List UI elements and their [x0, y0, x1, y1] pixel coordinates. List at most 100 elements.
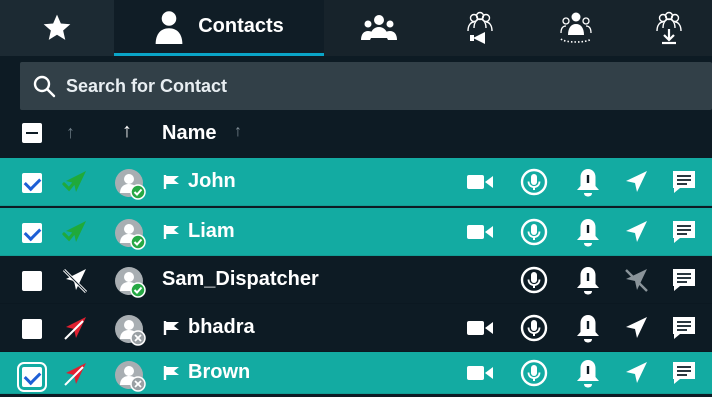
push-to-talk-button[interactable] [518, 313, 550, 343]
avatar [115, 315, 146, 346]
name-column-header[interactable]: Name [162, 122, 216, 145]
tab-broadcast-groups[interactable] [434, 0, 526, 56]
list-header: ↑ ↑ Name ↑ [0, 112, 712, 158]
message-icon [673, 362, 695, 384]
video-call-icon [467, 175, 493, 189]
push-to-talk-icon [520, 314, 548, 342]
video-call-button[interactable] [464, 167, 496, 197]
table-row[interactable]: Brown [0, 352, 712, 394]
tab-favorites[interactable] [0, 0, 114, 56]
flag-icon [163, 175, 179, 189]
alert-button[interactable] [572, 167, 604, 197]
tab-groups[interactable] [324, 0, 434, 56]
contact-name: Brown [188, 361, 251, 383]
push-to-talk-icon [520, 359, 548, 387]
alert-button[interactable] [572, 265, 604, 295]
message-icon [673, 269, 695, 291]
video-call-icon [467, 366, 493, 380]
table-row[interactable]: Liam [0, 208, 712, 256]
alert-bell-icon [577, 360, 599, 388]
send-location-button[interactable] [620, 313, 652, 343]
avatar-wrapper [114, 314, 146, 346]
push-to-talk-button[interactable] [518, 167, 550, 197]
tab-dispatch-groups[interactable] [526, 0, 626, 56]
flag-icon [163, 366, 179, 380]
contact-name: John [188, 170, 236, 192]
message-button[interactable] [668, 313, 700, 343]
flag-wrapper [162, 319, 182, 337]
contact-name: bhadra [188, 316, 255, 338]
star-icon [43, 14, 71, 40]
sort-arrow-up-icon[interactable]: ↑ [66, 122, 75, 143]
location-error-icon [64, 363, 86, 386]
video-call-button[interactable] [464, 217, 496, 247]
message-button[interactable] [668, 265, 700, 295]
avatar-wrapper [114, 360, 146, 392]
send-location-button[interactable] [620, 358, 652, 388]
push-to-talk-button[interactable] [518, 265, 550, 295]
group-icon [361, 15, 397, 40]
message-button[interactable] [668, 358, 700, 388]
alert-button[interactable] [572, 358, 604, 388]
flag-wrapper [162, 364, 182, 382]
location-disabled-icon [625, 269, 648, 292]
push-to-talk-button[interactable] [518, 217, 550, 247]
video-call-icon [467, 321, 493, 335]
tab-contacts[interactable]: Contacts [114, 0, 324, 56]
avatar [115, 219, 146, 250]
send-location-icon [626, 317, 647, 338]
send-location-button[interactable] [620, 167, 652, 197]
message-button[interactable] [668, 167, 700, 197]
row-divider [0, 205, 712, 206]
flag-icon [163, 225, 179, 239]
alert-bell-icon [577, 315, 599, 343]
alert-button[interactable] [572, 313, 604, 343]
search-input[interactable] [64, 65, 668, 107]
send-location-icon [626, 171, 647, 192]
send-location-button[interactable] [620, 265, 652, 295]
location-status [60, 314, 90, 344]
message-button[interactable] [668, 217, 700, 247]
send-location-button[interactable] [620, 217, 652, 247]
sort-arrow-up-icon[interactable]: ↑ [234, 123, 242, 141]
tab-bar: Contacts [0, 0, 712, 56]
avatar-wrapper [114, 266, 146, 298]
alert-bell-icon [577, 267, 599, 295]
tab-contacts-label: Contacts [198, 15, 284, 37]
avatar [115, 267, 146, 298]
alert-bell-icon [577, 219, 599, 247]
row-checkbox[interactable] [22, 223, 42, 243]
push-to-talk-icon [520, 168, 548, 196]
message-icon [673, 171, 695, 193]
sort-arrow-up-icon[interactable]: ↑ [122, 120, 132, 143]
alert-bell-icon [577, 169, 599, 197]
push-to-talk-button[interactable] [518, 358, 550, 388]
location-ok-icon [62, 171, 86, 192]
row-checkbox[interactable] [22, 271, 42, 291]
row-checkbox[interactable] [17, 362, 47, 392]
table-row[interactable]: John [0, 158, 712, 206]
video-call-button[interactable] [464, 313, 496, 343]
tab-download-groups[interactable] [626, 0, 712, 56]
location-disabled-icon [62, 268, 88, 294]
contact-name: Sam_Dispatcher [162, 268, 319, 290]
flag-wrapper [162, 223, 182, 241]
table-row[interactable]: bhadra [0, 304, 712, 352]
row-checkbox[interactable] [22, 319, 42, 339]
alert-button[interactable] [572, 217, 604, 247]
message-icon [673, 221, 695, 243]
location-status [60, 218, 90, 248]
avatar-wrapper [114, 218, 146, 250]
row-checkbox[interactable] [22, 173, 42, 193]
location-ok-icon [62, 221, 86, 242]
search-bar[interactable] [20, 62, 712, 110]
table-row[interactable]: Sam_Dispatcher [0, 256, 712, 304]
push-to-talk-icon [520, 266, 548, 294]
select-all-checkbox[interactable] [22, 123, 42, 143]
flag-wrapper [162, 173, 182, 191]
location-status [60, 360, 90, 390]
video-call-icon [467, 225, 493, 239]
contact-name: Liam [188, 220, 235, 242]
video-call-button[interactable] [464, 358, 496, 388]
avatar [115, 361, 146, 392]
